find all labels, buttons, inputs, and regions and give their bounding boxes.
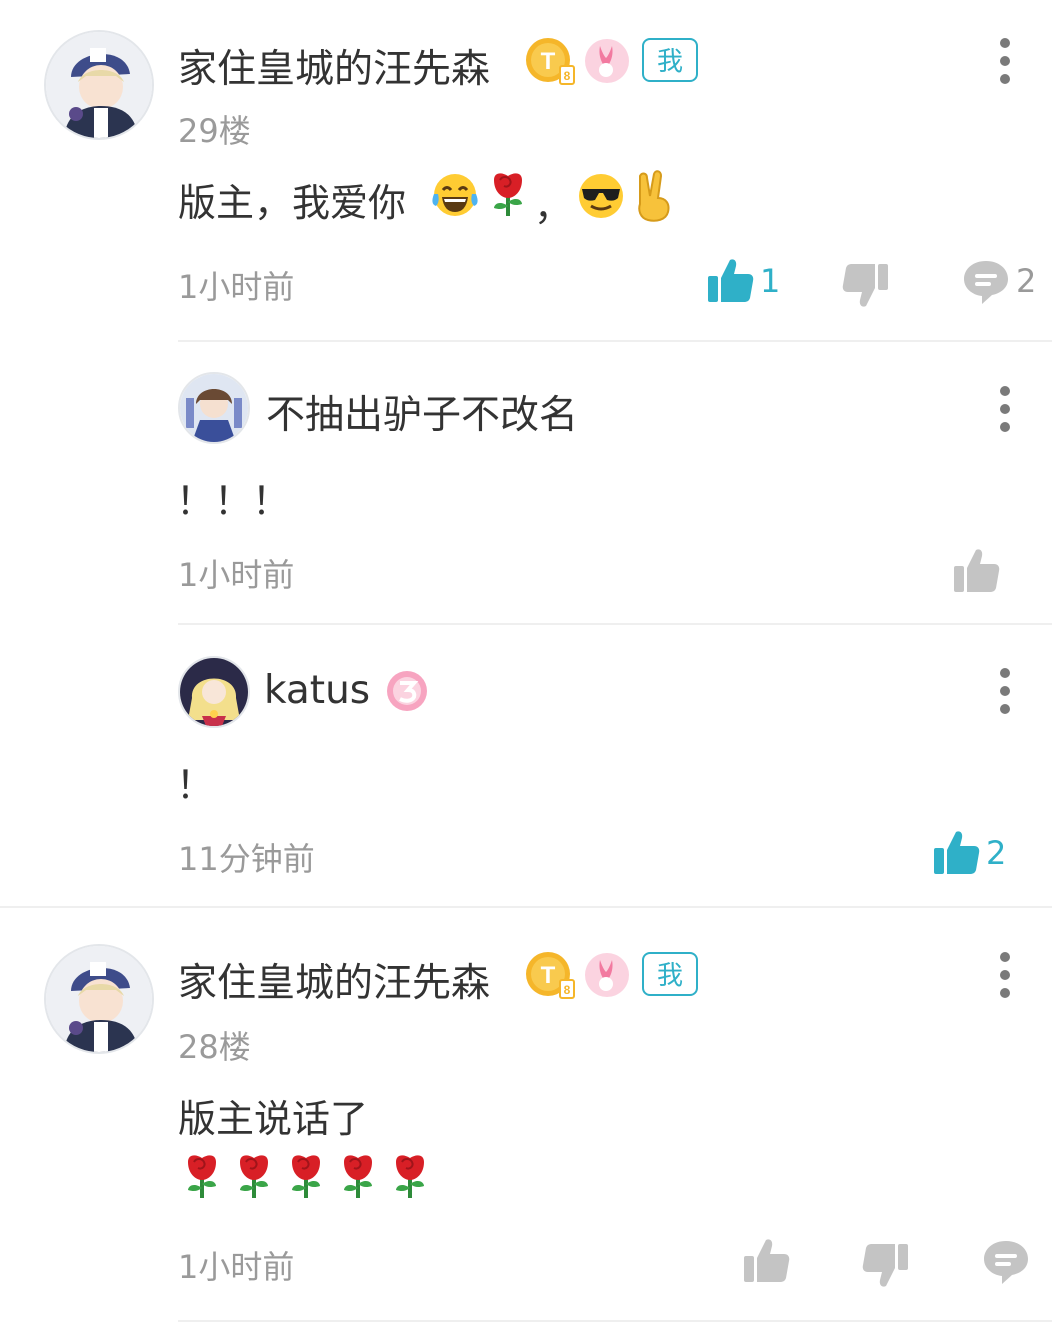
cool-sunglasses-emoji-icon — [576, 172, 626, 220]
author-name[interactable]: 家住皇城的汪先森 — [178, 952, 490, 1008]
like-button[interactable] — [952, 546, 1000, 594]
level-badge-icon — [386, 670, 428, 712]
svg-text:T: T — [541, 48, 556, 75]
victory-hand-emoji-icon — [632, 170, 674, 222]
rose-emoji-icon — [234, 1152, 274, 1200]
divider — [178, 623, 1052, 625]
author-name[interactable]: katus — [264, 668, 370, 713]
rose-emoji-row — [182, 1152, 442, 1202]
thumbs-up-icon — [742, 1236, 790, 1284]
like-button[interactable]: 1 — [706, 256, 780, 304]
thumbs-down-icon — [842, 262, 890, 310]
rose-emoji-icon — [182, 1152, 222, 1200]
more-menu-icon[interactable] — [998, 38, 1012, 84]
post-time: 1小时前 — [178, 556, 295, 594]
more-menu-icon[interactable] — [998, 668, 1012, 714]
author-name[interactable]: 不抽出驴子不改名 — [266, 384, 578, 440]
avatar[interactable] — [44, 944, 154, 1054]
laughing-emoji-icon — [430, 172, 480, 218]
thumbs-down-icon — [862, 1242, 910, 1290]
comment-text: ！！！ — [176, 479, 291, 523]
comment-bubble-icon — [962, 258, 1010, 306]
svg-text:T: T — [541, 962, 556, 989]
level-badge-icon: T 8 — [524, 36, 576, 86]
floor-number: 29楼 — [178, 112, 251, 150]
me-tag: 我 — [642, 952, 698, 996]
like-count: 1 — [760, 262, 781, 300]
dislike-button[interactable] — [842, 262, 890, 310]
like-count: 2 — [986, 834, 1007, 872]
thumbs-up-icon — [932, 828, 980, 876]
like-button[interactable]: 2 — [932, 828, 1008, 876]
more-menu-icon[interactable] — [998, 386, 1012, 432]
bunny-badge-icon — [584, 952, 630, 998]
comment-text: ！ — [176, 763, 215, 807]
rose-emoji-icon — [488, 170, 528, 218]
comment-text: 版主，我爱你 — [178, 172, 406, 227]
more-menu-icon[interactable] — [998, 952, 1012, 998]
reply-count: 2 — [1016, 262, 1037, 300]
rose-emoji-icon — [390, 1152, 430, 1200]
thumbs-up-icon — [952, 546, 1000, 594]
post-time: 1小时前 — [178, 1248, 295, 1286]
divider — [178, 1320, 1052, 1322]
rose-emoji-icon — [338, 1152, 378, 1200]
dislike-button[interactable] — [862, 1242, 910, 1290]
me-tag: 我 — [642, 38, 698, 82]
avatar[interactable] — [44, 30, 154, 140]
comment-text-body: 版主，我爱你 — [178, 181, 407, 225]
comment-bubble-icon — [982, 1238, 1030, 1286]
svg-text:8: 8 — [564, 983, 571, 997]
reply-button[interactable]: 2 — [962, 258, 1042, 306]
comment-text-punct: ， — [534, 185, 573, 229]
svg-text:8: 8 — [564, 69, 571, 83]
comment-text: 版主说话了 — [178, 1097, 369, 1141]
reply-button[interactable] — [982, 1238, 1030, 1286]
like-button[interactable] — [742, 1236, 790, 1284]
avatar[interactable] — [178, 656, 250, 728]
thumbs-up-icon — [706, 256, 754, 304]
author-name[interactable]: 家住皇城的汪先森 — [178, 38, 490, 94]
rose-emoji-icon — [286, 1152, 326, 1200]
avatar[interactable] — [178, 372, 250, 444]
post-time: 11分钟前 — [178, 840, 315, 878]
floor-number: 28楼 — [178, 1028, 251, 1066]
post-time: 1小时前 — [178, 268, 295, 306]
bunny-badge-icon — [584, 38, 630, 84]
level-badge-icon: T 8 — [524, 950, 576, 1000]
section-divider — [0, 906, 1052, 908]
divider — [178, 340, 1052, 342]
